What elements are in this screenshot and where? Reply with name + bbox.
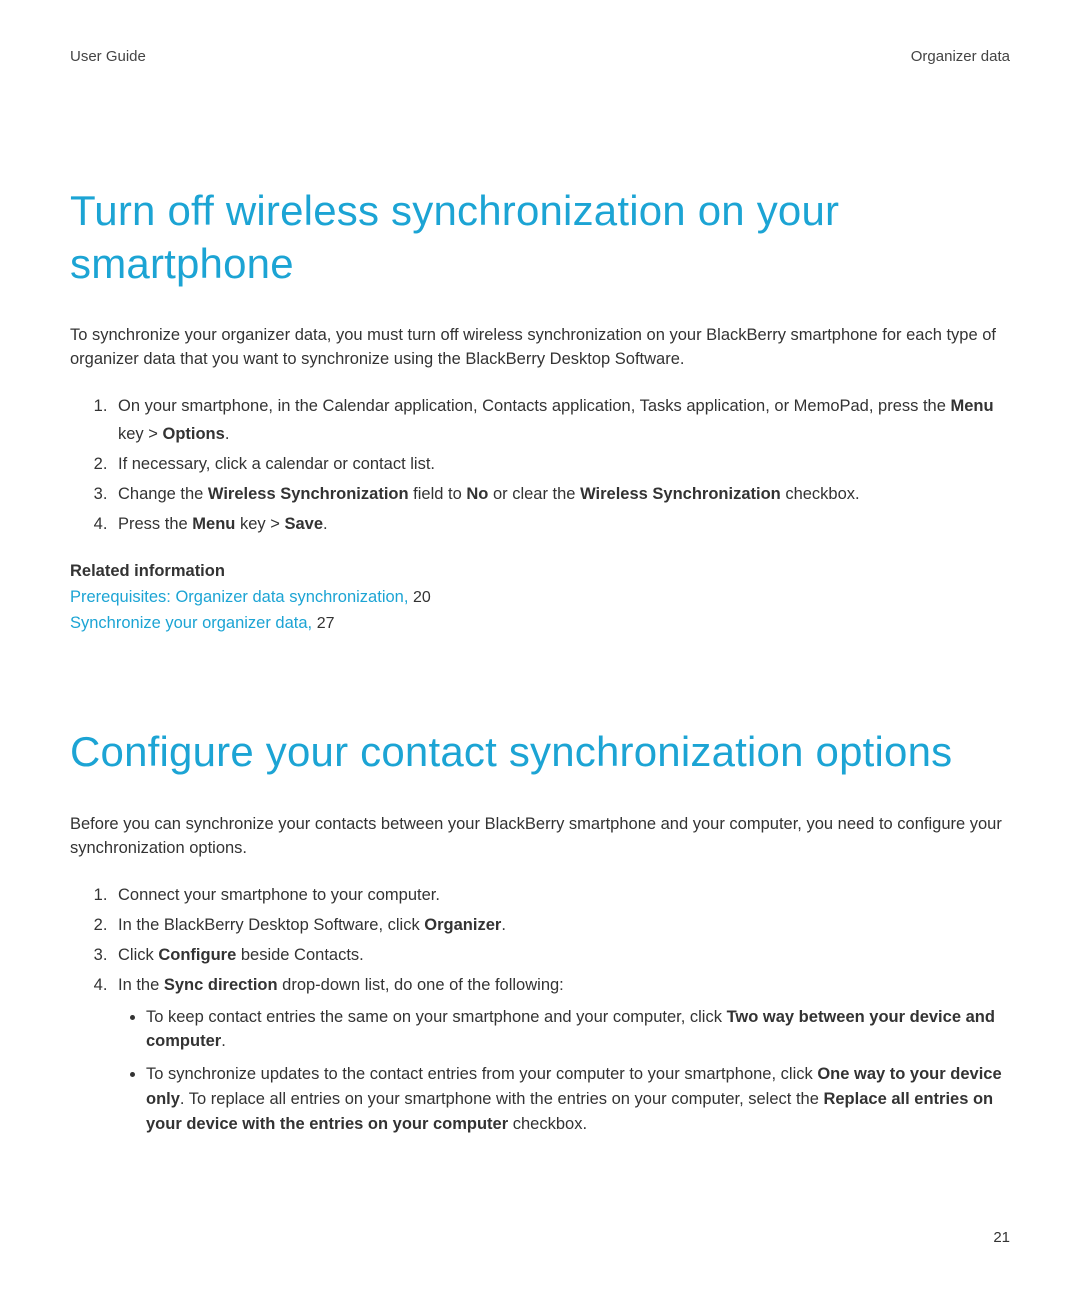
text: .	[221, 1032, 226, 1050]
text: Change the	[118, 485, 208, 503]
section1-title: Turn off wireless synchronization on you…	[70, 185, 1010, 290]
link-page-number: 20	[413, 589, 431, 606]
bold-text: Wireless Synchronization	[580, 485, 781, 503]
text: .	[501, 916, 506, 934]
section2-step1: Connect your smartphone to your computer…	[112, 881, 1010, 909]
text: key >	[118, 425, 162, 443]
bold-text: Sync direction	[164, 976, 278, 994]
text: .	[323, 515, 328, 533]
text: . To replace all entries on your smartph…	[180, 1090, 824, 1108]
document-page: User Guide Organizer data Turn off wirel…	[0, 0, 1080, 1296]
bold-text: No	[466, 485, 488, 503]
text: key >	[235, 515, 284, 533]
section1-step2: If necessary, click a calendar or contac…	[112, 450, 1010, 478]
text: or clear the	[488, 485, 580, 503]
link-text: Prerequisites: Organizer data synchroniz…	[70, 588, 413, 606]
link-text: Synchronize your organizer data,	[70, 614, 317, 632]
header-right: Organizer data	[911, 48, 1010, 65]
bold-text: Menu	[192, 515, 235, 533]
bold-text: Menu	[951, 397, 994, 415]
link-page-number: 27	[317, 615, 335, 632]
section2-steps: Connect your smartphone to your computer…	[70, 881, 1010, 1137]
bullet-2: To synchronize updates to the contact en…	[146, 1062, 1010, 1136]
section1-intro: To synchronize your organizer data, you …	[70, 324, 1010, 372]
section1-step4: Press the Menu key > Save.	[112, 510, 1010, 538]
text: To synchronize updates to the contact en…	[146, 1065, 817, 1083]
text: .	[225, 425, 230, 443]
header-left: User Guide	[70, 48, 146, 65]
text: In the BlackBerry Desktop Software, clic…	[118, 916, 424, 934]
section1-step3: Change the Wireless Synchronization fiel…	[112, 480, 1010, 508]
text: In the	[118, 976, 164, 994]
section2-step2: In the BlackBerry Desktop Software, clic…	[112, 911, 1010, 939]
related-link-2[interactable]: Synchronize your organizer data, 27	[70, 611, 1010, 637]
text: drop-down list, do one of the following:	[278, 976, 564, 994]
section2-step4: In the Sync direction drop-down list, do…	[112, 971, 1010, 1137]
page-header: User Guide Organizer data	[70, 48, 1010, 65]
bold-text: Configure	[158, 946, 236, 964]
section2-intro: Before you can synchronize your contacts…	[70, 813, 1010, 861]
section1-steps: On your smartphone, in the Calendar appl…	[70, 392, 1010, 538]
text: field to	[409, 485, 467, 503]
section2-step4-bullets: To keep contact entries the same on your…	[118, 1005, 1010, 1137]
related-link-1[interactable]: Prerequisites: Organizer data synchroniz…	[70, 585, 1010, 611]
text: checkbox.	[508, 1115, 587, 1133]
text: To keep contact entries the same on your…	[146, 1008, 727, 1026]
text: beside Contacts.	[236, 946, 364, 964]
bold-text: Wireless Synchronization	[208, 485, 409, 503]
section1-step1: On your smartphone, in the Calendar appl…	[112, 392, 1010, 448]
text: Press the	[118, 515, 192, 533]
bold-text: Save	[284, 515, 323, 533]
page-number: 21	[993, 1229, 1010, 1246]
section2-step3: Click Configure beside Contacts.	[112, 941, 1010, 969]
bold-text: Organizer	[424, 916, 501, 934]
bold-text: Options	[162, 425, 224, 443]
bullet-1: To keep contact entries the same on your…	[146, 1005, 1010, 1055]
text: Click	[118, 946, 158, 964]
related-information-heading: Related information	[70, 562, 1010, 581]
text: On your smartphone, in the Calendar appl…	[118, 397, 951, 415]
text: checkbox.	[781, 485, 860, 503]
section2-title: Configure your contact synchronization o…	[70, 726, 1010, 779]
